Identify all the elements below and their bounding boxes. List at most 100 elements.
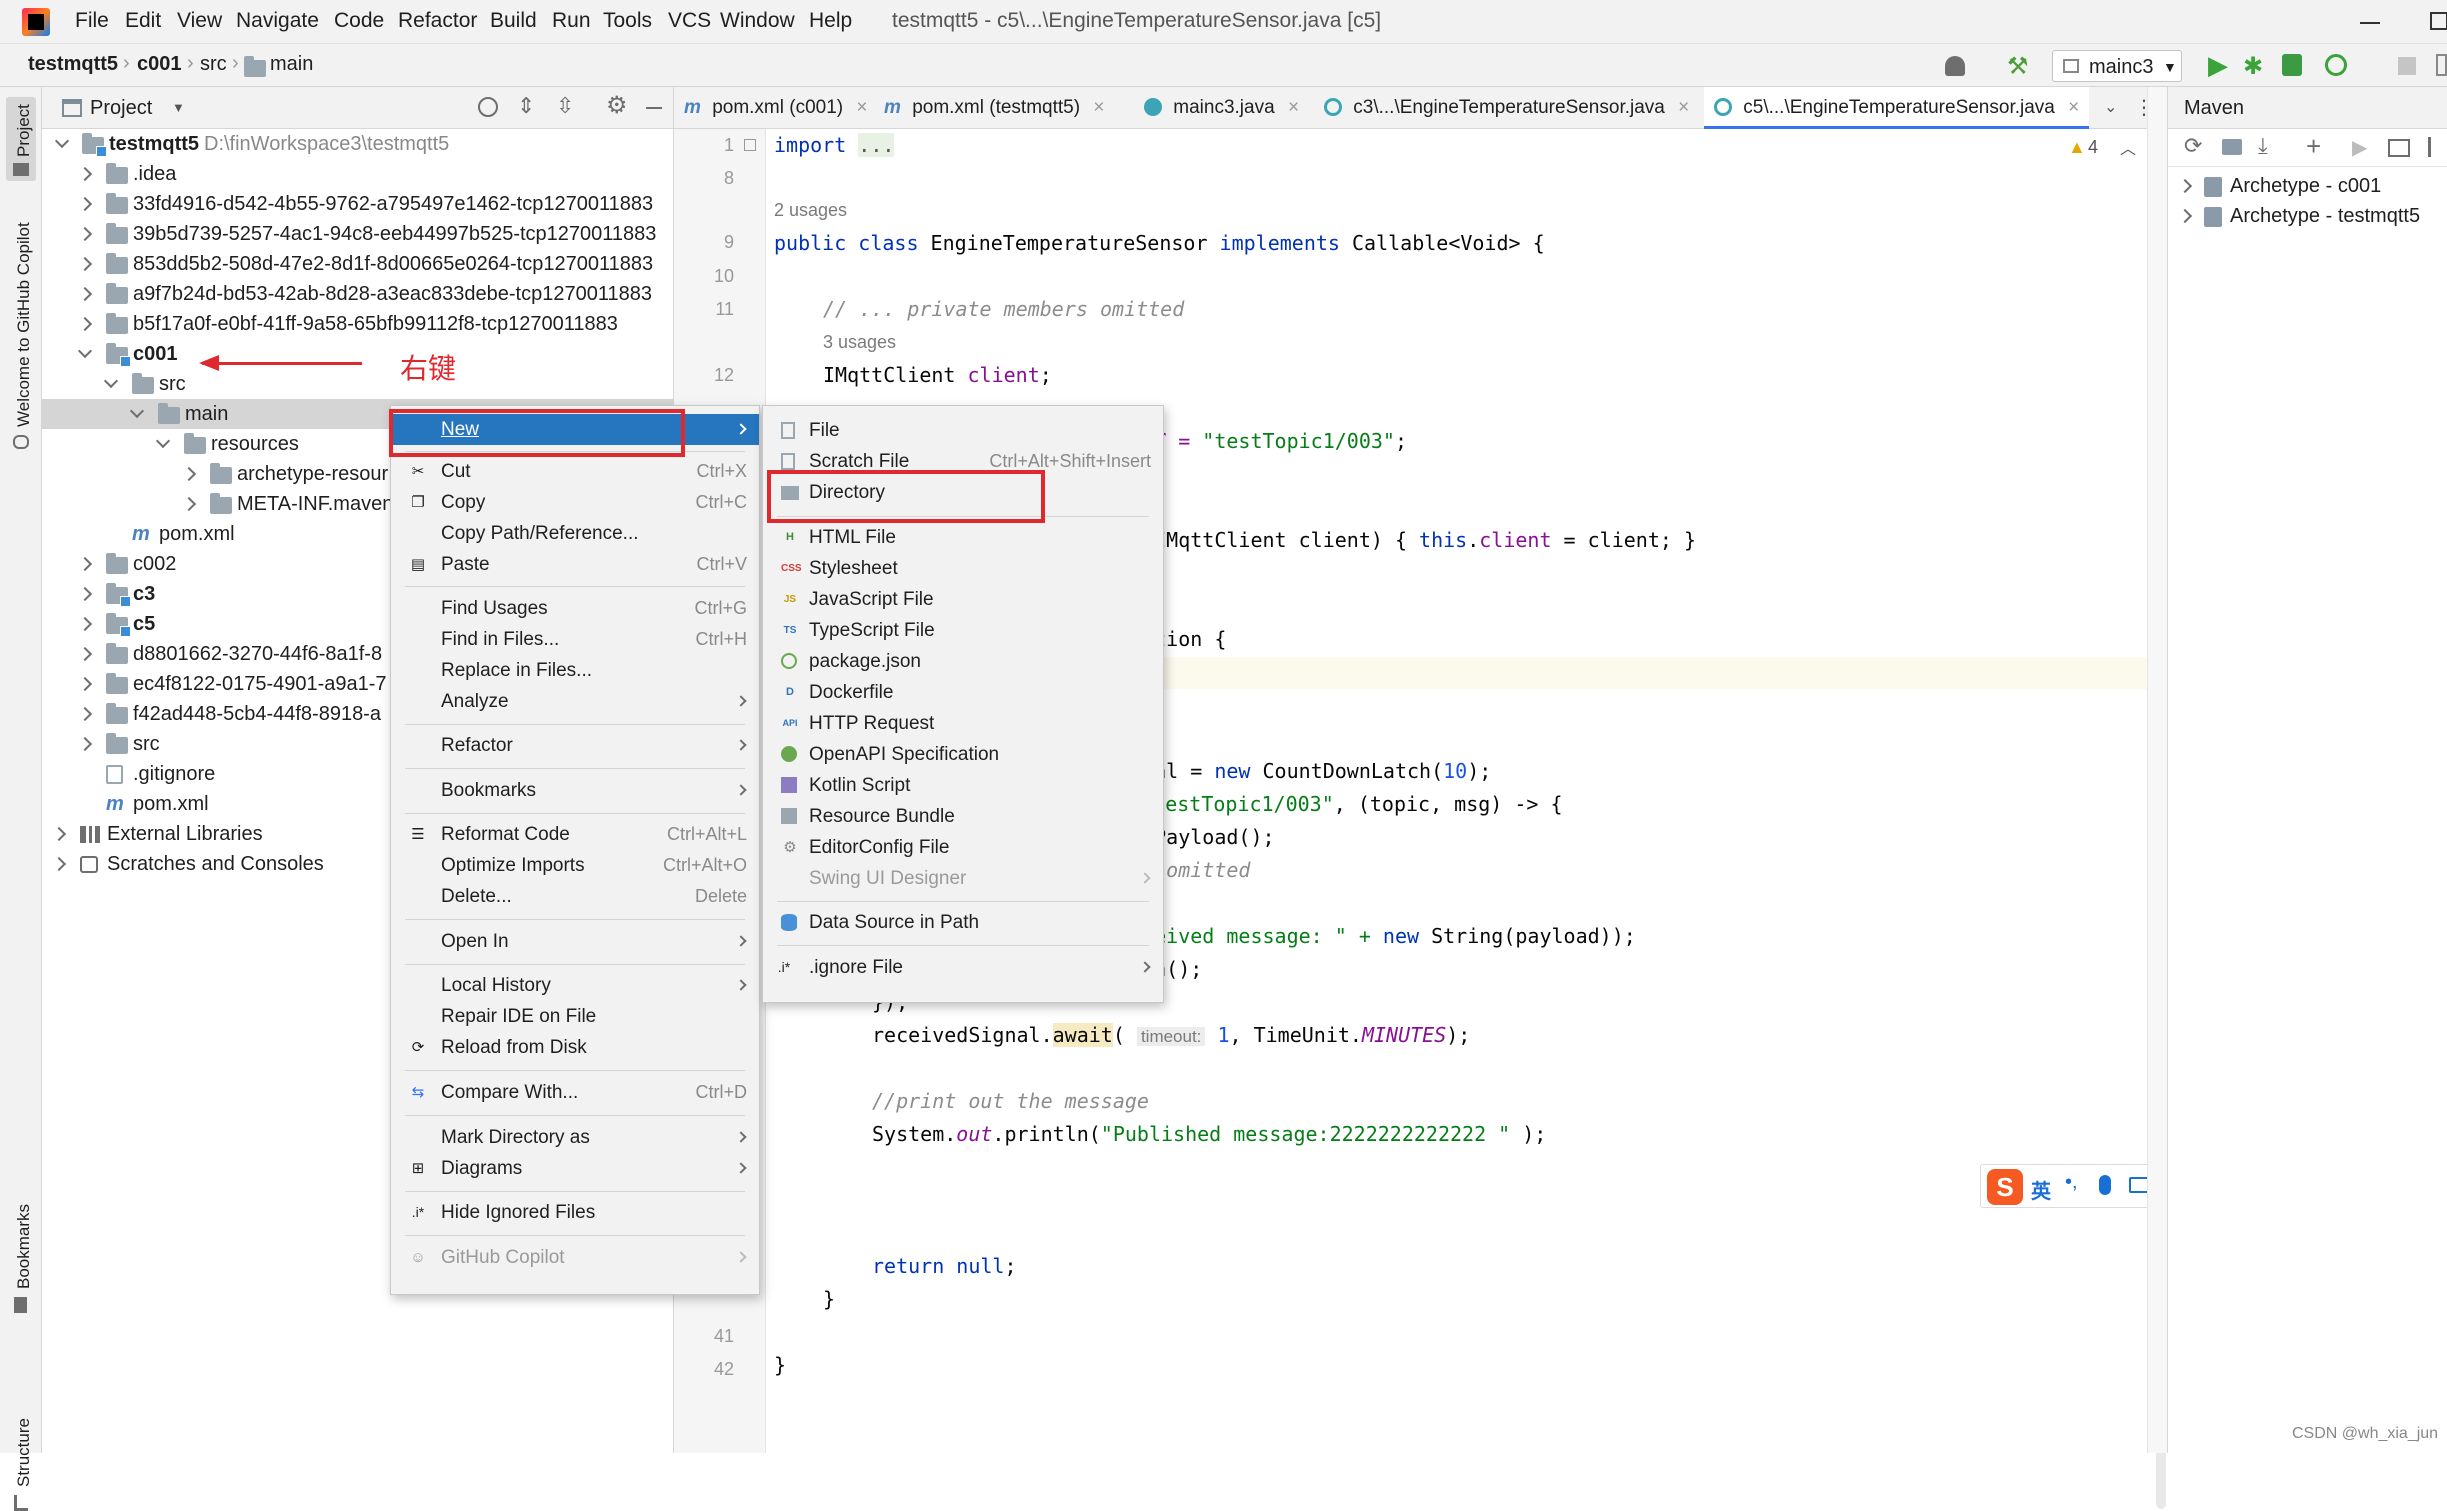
menu-item-copy-path[interactable]: Copy Path/Reference... [391,518,759,549]
menu-item-reformat-code[interactable]: ☰ Reformat Code Ctrl+Alt+L [391,819,759,850]
menu-item-cut[interactable]: ✂ Cut Ctrl+X [391,456,759,487]
usage-hint[interactable]: 2 usages [774,200,847,221]
project-tool-label[interactable]: Project [14,104,34,157]
menu-code[interactable]: Code [334,9,384,33]
skip-tests-icon[interactable] [2428,137,2444,157]
breadcrumb-c001[interactable]: c001 [137,53,182,76]
submenu-item-openapi[interactable]: OpenAPI Specification [763,739,1163,770]
menu-vcs[interactable]: VCS [668,9,711,33]
submenu-item-stylesheet[interactable]: CSS Stylesheet [763,553,1163,584]
submenu-item-file[interactable]: File [763,415,1163,446]
warning-count[interactable]: 4 [2088,137,2098,158]
project-header-title[interactable]: Project [90,97,152,120]
reload-icon[interactable]: ⟳ [2184,133,2202,159]
expand-all-icon[interactable]: ⇕ [517,93,535,119]
warning-icon[interactable]: ▲ [2068,137,2086,158]
close-icon[interactable]: × [1093,97,1104,118]
chevron-down-icon[interactable]: ⌄ [2104,97,2117,117]
submenu-item-typescript[interactable]: TS TypeScript File [763,615,1163,646]
copilot-tool-label[interactable]: Welcome to GitHub Copilot [14,222,34,427]
menu-run[interactable]: Run [552,9,591,33]
bookmarks-tool-label[interactable]: Bookmarks [14,1204,34,1289]
tab-c5-sensor-active[interactable]: c5\...\EngineTemperatureSensor.java × [1704,87,2090,129]
menu-tools[interactable]: Tools [603,9,652,33]
submenu-item-resource-bundle[interactable]: Resource Bundle [763,801,1163,832]
menu-item-compare-with[interactable]: ⇆ Compare With... Ctrl+D [391,1077,759,1108]
minimize-button[interactable] [2360,22,2380,24]
maximize-button[interactable] [2430,12,2447,30]
breadcrumb-main[interactable]: main [270,53,313,76]
breadcrumb-root[interactable]: testmqtt5 [28,53,118,76]
ime-lang-label[interactable]: 英 [2031,1175,2051,1204]
tab-pom-c001[interactable]: m pom.xml (c001) × [684,87,868,129]
code-fold[interactable]: ... [858,133,895,157]
mic-icon[interactable] [2099,1175,2111,1195]
generate-sources-icon[interactable] [2222,139,2242,155]
menu-item-optimize-imports[interactable]: Optimize Imports Ctrl+Alt+O [391,850,759,881]
more-actions-icon[interactable] [2436,54,2447,76]
menu-item-bookmarks[interactable]: Bookmarks [391,775,759,806]
menu-item-github-copilot[interactable]: ☺ GitHub Copilot [391,1242,759,1273]
submenu-item-data-source[interactable]: Data Source in Path [763,907,1163,938]
locate-icon[interactable] [478,97,498,117]
fold-icon[interactable] [744,139,756,151]
hide-icon[interactable] [646,107,662,109]
menu-item-local-history[interactable]: Local History [391,970,759,1001]
punct-icon[interactable]: •, [2065,1171,2078,1194]
menu-item-refactor[interactable]: Refactor [391,730,759,761]
menu-item-delete[interactable]: Delete... Delete [391,881,759,912]
menu-item-replace-in-files[interactable]: Replace in Files... [391,655,759,686]
collapse-all-icon[interactable]: ⇳ [556,93,574,119]
run-icon[interactable]: ▶ [2208,50,2228,81]
menu-item-diagrams[interactable]: ⊞ Diagrams [391,1153,759,1184]
submenu-item-editorconfig[interactable]: ⚙ EditorConfig File [763,832,1163,863]
menu-view[interactable]: View [177,9,222,33]
menu-item-hide-ignored[interactable]: .i* Hide Ignored Files [391,1197,759,1228]
usage-hint[interactable]: 3 usages [823,332,896,353]
menu-build[interactable]: Build [490,9,537,33]
add-icon[interactable]: + [2306,131,2321,162]
download-icon[interactable]: ⤓ [2258,133,2268,159]
menu-refactor[interactable]: Refactor [398,9,477,33]
menu-window[interactable]: Window [720,9,795,33]
build-hammer-icon[interactable]: ⚒ [2007,52,2029,81]
gear-icon[interactable]: ⚙ [606,91,628,120]
submenu-item-package-json[interactable]: package.json [763,646,1163,677]
submenu-item-ignore-file[interactable]: .i* .ignore File [763,952,1163,983]
user-icon[interactable] [1945,56,1965,76]
menu-item-paste[interactable]: ▤ Paste Ctrl+V [391,549,759,580]
toggle-offline-icon[interactable] [2388,139,2410,157]
menu-item-open-in[interactable]: Open In [391,926,759,957]
breadcrumb-src[interactable]: src [200,53,227,76]
submenu-item-html[interactable]: H HTML File [763,522,1163,553]
prev-highlight-icon[interactable]: ︿ [2120,135,2136,159]
menu-item-analyze[interactable]: Analyze [391,686,759,717]
run-icon[interactable]: ▶ [2352,135,2367,160]
menu-file[interactable]: File [75,9,109,33]
menu-help[interactable]: Help [809,9,852,33]
close-icon[interactable]: × [1288,97,1299,118]
menu-edit[interactable]: Edit [125,9,161,33]
submenu-item-dockerfile[interactable]: D Dockerfile [763,677,1163,708]
debug-icon[interactable]: ✱ [2243,52,2263,81]
menu-item-find-usages[interactable]: Find Usages Ctrl+G [391,593,759,624]
menu-item-copy[interactable]: ❐ Copy Ctrl+C [391,487,759,518]
menu-item-mark-directory[interactable]: Mark Directory as [391,1122,759,1153]
profile-icon[interactable] [2325,54,2347,76]
menu-item-repair-ide[interactable]: Repair IDE on File [391,1001,759,1032]
menu-item-reload-from-disk[interactable]: ⟳ Reload from Disk [391,1032,759,1063]
submenu-item-kotlin-script[interactable]: Kotlin Script [763,770,1163,801]
stop-icon[interactable] [2398,57,2416,75]
close-icon[interactable]: × [2068,97,2079,118]
chevron-down-icon[interactable]: ▼ [172,100,185,115]
submenu-item-http-request[interactable]: API HTTP Request [763,708,1163,739]
menu-navigate[interactable]: Navigate [236,9,319,33]
coverage-icon[interactable] [2282,54,2302,76]
close-icon[interactable]: × [1678,97,1689,118]
menu-item-find-in-files[interactable]: Find in Files... Ctrl+H [391,624,759,655]
close-icon[interactable]: × [856,97,867,118]
submenu-item-swing-ui[interactable]: Swing UI Designer [763,863,1163,894]
run-config-select[interactable]: mainc3 ▼ [2052,50,2182,82]
tab-mainc3[interactable]: mainc3.java × [1144,87,1299,129]
tab-pom-testmqtt5[interactable]: m pom.xml (testmqtt5) × [884,87,1104,129]
